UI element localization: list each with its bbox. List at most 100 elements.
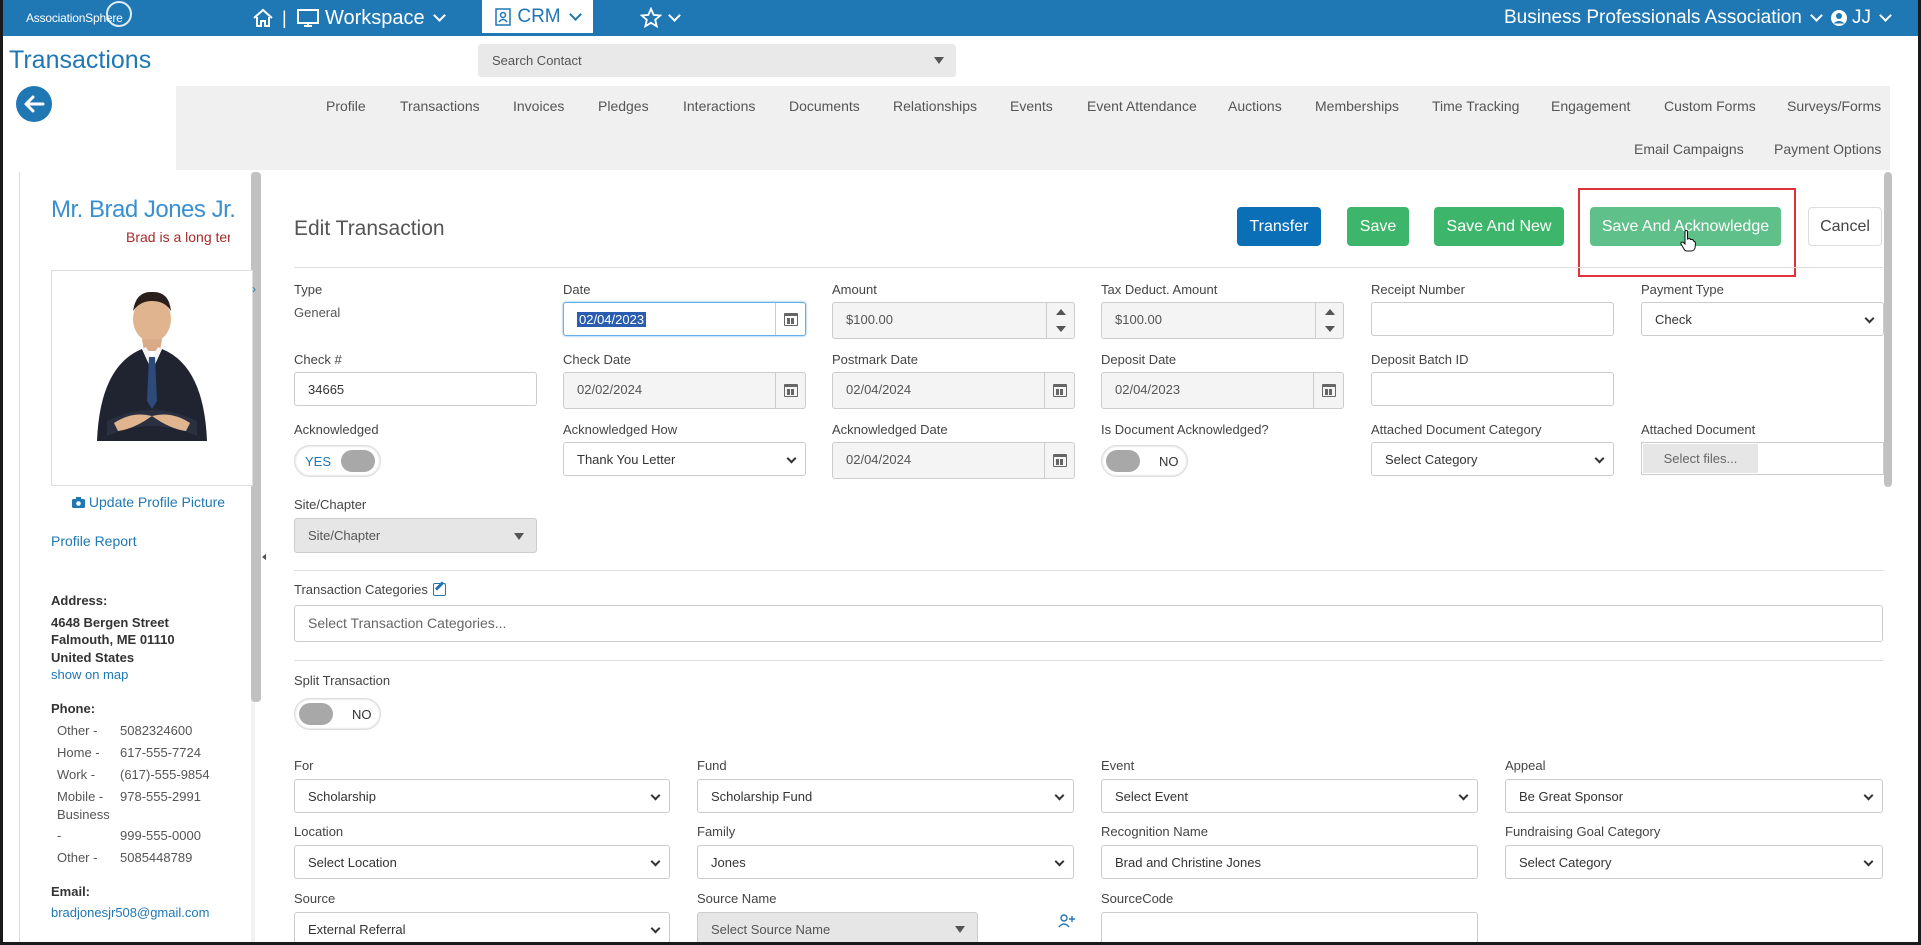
tax-spinner[interactable] <box>1315 303 1343 338</box>
update-profile-picture-link[interactable]: Update Profile Picture <box>72 494 225 510</box>
tab-interactions[interactable]: Interactions <box>683 98 755 114</box>
location-select[interactable]: Select Location <box>294 845 670 879</box>
event-select[interactable]: Select Event <box>1101 779 1478 813</box>
back-arrow-button[interactable] <box>16 86 52 122</box>
source-code-input[interactable] <box>1101 912 1478 945</box>
calendar-icon[interactable] <box>1313 373 1343 408</box>
postmark-date-field[interactable]: 02/04/2024 <box>832 372 1075 409</box>
select-files-button[interactable]: Select files... <box>1643 444 1758 473</box>
site-chapter-select[interactable]: Site/Chapter <box>294 518 537 553</box>
calendar-icon[interactable] <box>1044 443 1074 478</box>
tab-events[interactable]: Events <box>1010 98 1053 114</box>
chevron-down-icon <box>668 9 681 22</box>
address-line: 4648 Bergen Street <box>51 615 169 630</box>
tab-pledges[interactable]: Pledges <box>598 98 649 114</box>
payment-type-select[interactable]: Check <box>1641 302 1884 336</box>
tab-auctions[interactable]: Auctions <box>1228 98 1282 114</box>
top-navbar: AssociationSphere | Workspace CRM Busine… <box>0 0 1921 36</box>
save-button[interactable]: Save <box>1347 207 1409 246</box>
email-link[interactable]: bradjonesjr508@gmail.com <box>51 905 209 920</box>
amount-spinner[interactable] <box>1046 303 1074 338</box>
edit-icon[interactable] <box>432 583 446 596</box>
user-circle-icon <box>1831 10 1847 26</box>
acknowledged-date-label: Acknowledged Date <box>832 422 948 437</box>
calendar-icon[interactable] <box>775 373 805 408</box>
organization-menu[interactable]: Business Professionals Association <box>1504 0 1823 36</box>
chevron-down-icon <box>650 856 661 867</box>
tab-memberships[interactable]: Memberships <box>1315 98 1399 114</box>
add-user-icon[interactable] <box>1058 913 1076 929</box>
tab-profile[interactable]: Profile <box>326 98 366 114</box>
form-scrollbar[interactable] <box>1884 172 1892 487</box>
is-document-acknowledged-toggle[interactable]: NO <box>1101 445 1188 477</box>
acknowledged-label: Acknowledged <box>294 422 379 437</box>
chevron-down-icon <box>1054 856 1065 867</box>
phone-type: Business <box>57 807 110 822</box>
fundraising-goal-category-select[interactable]: Select Category <box>1505 845 1883 879</box>
recognition-name-input[interactable]: Brad and Christine Jones <box>1101 845 1478 879</box>
split-transaction-toggle[interactable]: NO <box>294 698 381 730</box>
family-select[interactable]: Jones <box>697 845 1074 879</box>
check-date-field[interactable]: 02/02/2024 <box>563 372 806 409</box>
transfer-button[interactable]: Transfer <box>1237 207 1321 246</box>
chevron-down-icon <box>786 453 797 464</box>
tab-relationships[interactable]: Relationships <box>893 98 977 114</box>
tab-custom-forms[interactable]: Custom Forms <box>1664 98 1756 114</box>
form-title: Edit Transaction <box>294 217 445 240</box>
app-logo[interactable]: AssociationSphere <box>26 1 136 33</box>
tab-surveys-forms[interactable]: Surveys/Forms <box>1787 98 1881 114</box>
acknowledged-toggle[interactable]: YES <box>294 445 381 477</box>
phone-type: Home - <box>57 745 100 760</box>
deposit-batch-input[interactable] <box>1371 372 1614 406</box>
transaction-categories-input[interactable]: Select Transaction Categories... <box>294 605 1883 642</box>
deposit-batch-label: Deposit Batch ID <box>1371 352 1469 367</box>
tab-invoices[interactable]: Invoices <box>513 98 564 114</box>
crm-menu[interactable]: CRM <box>482 0 593 36</box>
fund-select[interactable]: Scholarship Fund <box>697 779 1074 813</box>
expand-arrow-icon[interactable]: › <box>252 282 256 296</box>
user-menu[interactable]: JJ <box>1830 0 1892 36</box>
postmark-date-label: Postmark Date <box>832 352 918 367</box>
source-select[interactable]: External Referral <box>294 912 670 945</box>
amount-field[interactable]: $100.00 <box>832 302 1075 339</box>
tab-email-campaigns[interactable]: Email Campaigns <box>1634 141 1744 157</box>
phone-number: 999-555-0000 <box>120 828 201 843</box>
tax-deduct-field[interactable]: $100.00 <box>1101 302 1344 339</box>
tab-time-tracking[interactable]: Time Tracking <box>1432 98 1519 114</box>
for-label: For <box>294 758 314 773</box>
home-icon[interactable] <box>252 0 274 36</box>
event-label: Event <box>1101 758 1135 773</box>
save-and-new-button[interactable]: Save And New <box>1434 207 1564 246</box>
favorites-menu[interactable] <box>640 0 681 36</box>
receipt-number-label: Receipt Number <box>1371 282 1465 297</box>
tab-event-attendance[interactable]: Event Attendance <box>1087 98 1197 114</box>
check-number-input[interactable]: 34665 <box>294 372 537 406</box>
profile-report-link[interactable]: Profile Report <box>51 533 137 549</box>
check-number-label: Check # <box>294 352 342 367</box>
deposit-date-field[interactable]: 02/04/2023 <box>1101 372 1344 409</box>
search-contact-dropdown[interactable]: Search Contact <box>478 44 956 77</box>
monitor-icon <box>297 9 319 27</box>
cancel-button[interactable]: Cancel <box>1808 207 1882 246</box>
phone-number: 978-555-2991 <box>120 789 201 804</box>
receipt-number-input[interactable] <box>1371 302 1614 336</box>
chevron-down-icon <box>650 923 661 934</box>
tab-transactions[interactable]: Transactions <box>400 98 480 114</box>
attached-document-category-select[interactable]: Select Category <box>1371 442 1614 476</box>
date-field[interactable]: 02/04/2023 <box>563 302 806 336</box>
calendar-icon[interactable] <box>1044 373 1074 408</box>
tab-payment-options[interactable]: Payment Options <box>1774 141 1881 157</box>
source-name-select[interactable]: Select Source Name <box>697 912 978 945</box>
acknowledged-date-field[interactable]: 02/04/2024 <box>832 442 1075 479</box>
workspace-menu[interactable]: Workspace <box>297 0 446 36</box>
show-on-map-link[interactable]: show on map <box>51 667 128 682</box>
tab-engagement[interactable]: Engagement <box>1551 98 1630 114</box>
check-date-label: Check Date <box>563 352 631 367</box>
separator: | <box>282 7 287 28</box>
for-select[interactable]: Scholarship <box>294 779 670 813</box>
acknowledged-how-select[interactable]: Thank You Letter <box>563 442 806 476</box>
tab-documents[interactable]: Documents <box>789 98 860 114</box>
appeal-select[interactable]: Be Great Sponsor <box>1505 779 1883 813</box>
arrow-left-icon <box>24 95 45 113</box>
calendar-icon[interactable] <box>775 303 805 335</box>
